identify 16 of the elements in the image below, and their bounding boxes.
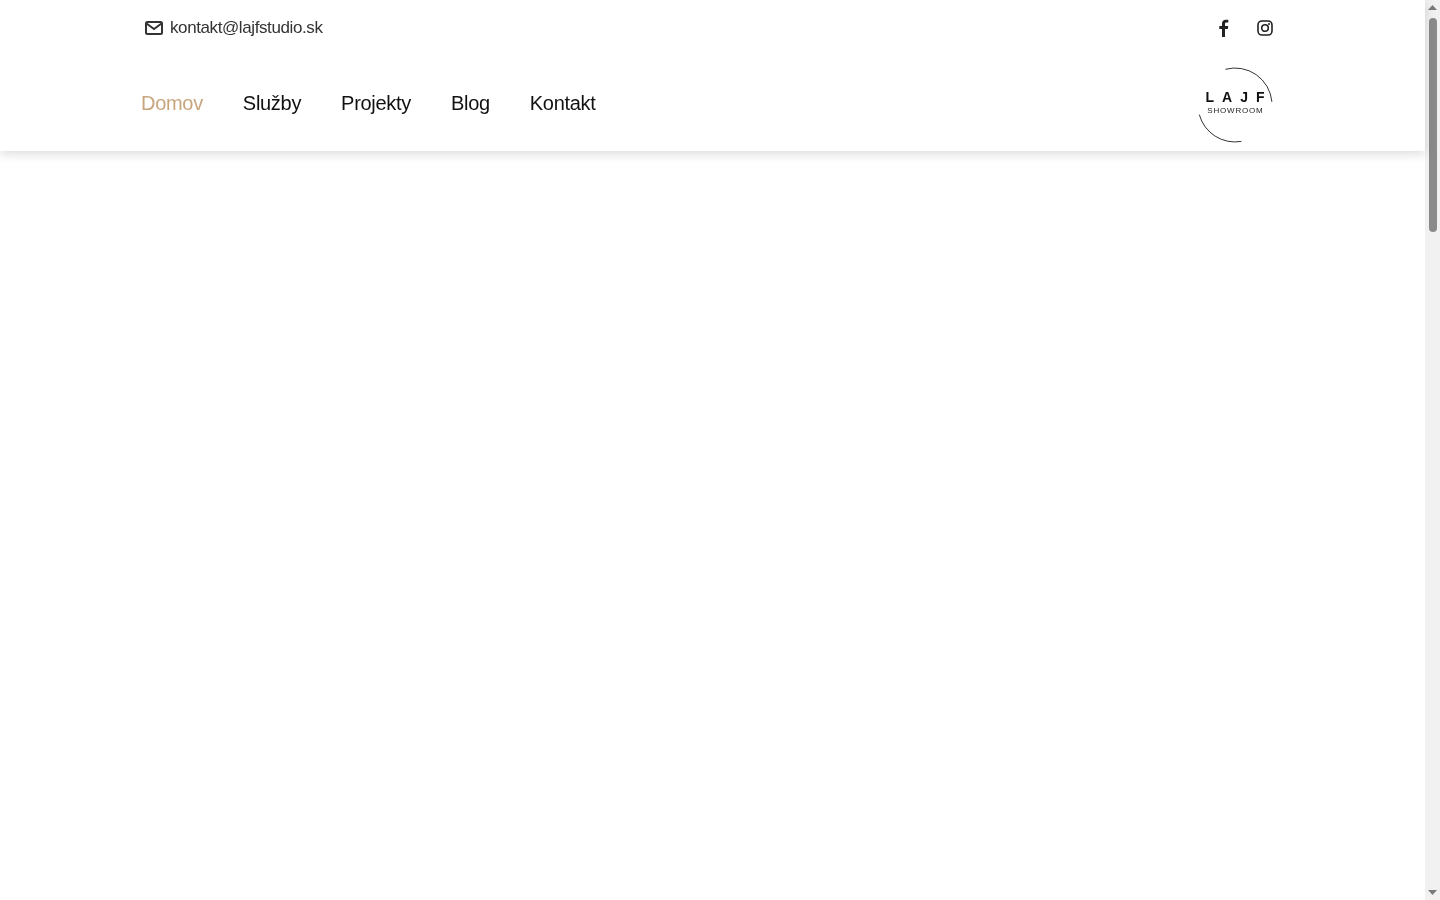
nav-link[interactable]: Projekty <box>341 92 411 115</box>
scroll-down-icon[interactable] <box>1428 890 1437 895</box>
email-link[interactable]: kontakt@lajfstudio.sk <box>141 18 323 38</box>
envelope-icon <box>145 21 163 35</box>
logo-wordmark: LAJF <box>1204 88 1273 105</box>
nav-link[interactable]: Blog <box>450 92 490 115</box>
scrollbar-thumb[interactable] <box>1428 18 1437 232</box>
logo-arc-icon <box>1197 66 1273 143</box>
facebook-icon[interactable] <box>1217 19 1230 37</box>
scroll-up-icon[interactable] <box>1428 5 1437 10</box>
instagram-icon[interactable] <box>1257 20 1273 36</box>
logo-tagline: SHOWROOM <box>1206 105 1264 115</box>
nav-link[interactable]: Kontakt <box>529 92 596 115</box>
nav-link[interactable]: Služby <box>242 92 302 115</box>
logo[interactable]: LAJF SHOWROOM <box>1197 66 1273 143</box>
scrollbar-track[interactable] <box>1425 0 1440 900</box>
